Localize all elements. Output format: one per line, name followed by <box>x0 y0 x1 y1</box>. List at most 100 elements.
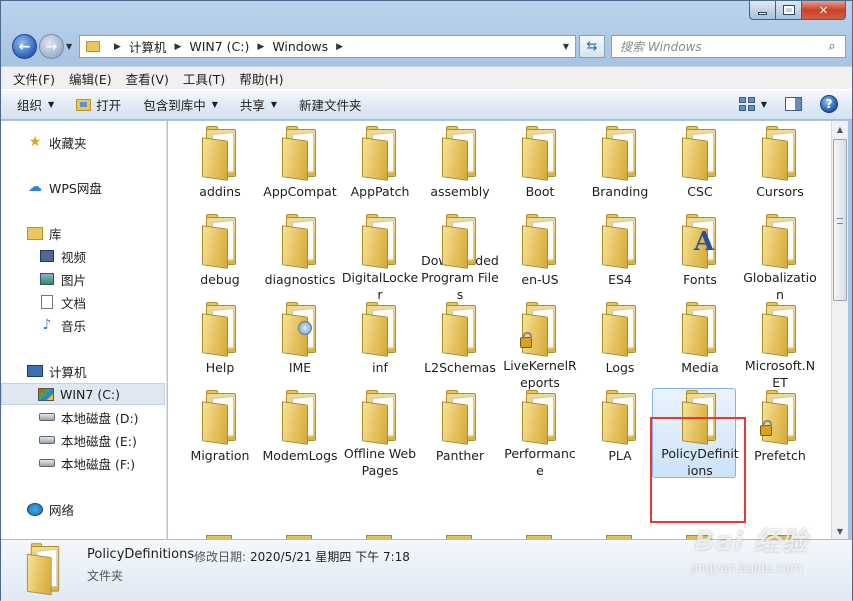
close-button[interactable]: ✕ <box>802 1 846 20</box>
folder-item[interactable]: Migration <box>180 390 260 479</box>
nav-pictures[interactable]: 图片 <box>39 268 86 290</box>
folder-item[interactable]: Branding <box>580 126 660 215</box>
search-icon[interactable]: ⌕ <box>823 39 841 54</box>
nav-wps-cloud[interactable]: ☁ WPS网盘 <box>27 176 102 198</box>
folder-item[interactable]: PolicyDefinitions <box>652 388 740 479</box>
new-folder-button[interactable]: 新建文件夹 <box>299 95 362 114</box>
scroll-down-arrow-icon[interactable]: ▼ <box>832 523 848 539</box>
scroll-up-arrow-icon[interactable]: ▲ <box>832 121 848 137</box>
video-icon <box>39 248 55 264</box>
folder-icon <box>520 214 560 269</box>
recent-pages-button[interactable]: ▼ <box>66 42 72 51</box>
menu-file[interactable]: 文件(F) <box>13 69 55 88</box>
folder-item[interactable]: LiveKernelReports <box>500 302 580 391</box>
nav-computer[interactable]: 计算机 <box>27 360 87 382</box>
cloud-icon: ☁ <box>28 179 42 195</box>
address-dropdown-icon[interactable]: ▼ <box>563 42 569 51</box>
nav-drive-e[interactable]: 本地磁盘 (E:) <box>39 429 137 451</box>
folder-name: Branding <box>591 184 649 199</box>
folder-item[interactable]: Boot <box>500 126 580 215</box>
folder-item[interactable]: Downloaded Program Files <box>420 214 500 303</box>
folder-icon <box>760 214 800 269</box>
change-view-icon[interactable] <box>738 97 755 111</box>
menu-bar: 文件(F) 编辑(E) 查看(V) 工具(T) 帮助(H) <box>1 66 852 89</box>
folder-name: CSC <box>687 184 713 199</box>
folder-item[interactable]: Media <box>660 302 740 391</box>
folder-item[interactable]: Prefetch <box>740 390 820 479</box>
refresh-icon: ⇆ <box>586 39 598 54</box>
folder-item[interactable]: Microsoft.NET <box>740 302 820 391</box>
folder-item[interactable]: assembly <box>420 126 500 215</box>
folder-icon <box>200 126 240 181</box>
view-options-chevron-icon[interactable]: ▼ <box>761 100 767 109</box>
folder-item[interactable]: CSC <box>660 126 740 215</box>
details-modified-value: 2020/5/21 星期四 下午 7:18 <box>250 550 410 564</box>
nav-favorites[interactable]: ★ 收藏夹 <box>27 131 87 153</box>
minimize-button[interactable] <box>749 1 776 20</box>
menu-tools[interactable]: 工具(T) <box>183 69 225 88</box>
folder-item[interactable]: PLA <box>580 390 660 479</box>
nav-computer-label: 计算机 <box>49 364 87 380</box>
menu-edit[interactable]: 编辑(E) <box>69 69 112 88</box>
folder-item[interactable]: Globalization <box>740 214 820 303</box>
menu-help[interactable]: 帮助(H) <box>239 69 283 88</box>
folder-item[interactable]: Cursors <box>740 126 820 215</box>
share-button[interactable]: 共享 ▼ <box>240 95 277 114</box>
folder-item[interactable]: L2Schemas <box>420 302 500 391</box>
folder-item[interactable]: AppCompat <box>260 126 340 215</box>
folder-item[interactable]: debug <box>180 214 260 303</box>
chevron-right-icon[interactable]: ▶ <box>174 42 181 52</box>
nav-documents[interactable]: 文档 <box>39 291 86 313</box>
search-box[interactable]: ⌕ <box>611 35 846 58</box>
folder-item[interactable]: DigitalLocker <box>340 214 420 303</box>
folder-item[interactable]: addins <box>180 126 260 215</box>
open-label: 打开 <box>96 98 122 113</box>
folder-item[interactable]: Help <box>180 302 260 391</box>
folder-item[interactable]: Logs <box>580 302 660 391</box>
nav-drive-d[interactable]: 本地磁盘 (D:) <box>39 406 139 428</box>
folder-icon <box>200 390 240 445</box>
folder-item[interactable]: A Fonts <box>660 214 740 303</box>
chevron-right-icon[interactable]: ▶ <box>114 42 121 52</box>
breadcrumb-drive-c[interactable]: WIN7 (C:) <box>189 39 249 54</box>
back-arrow-icon: ← <box>18 38 31 55</box>
chevron-right-icon[interactable]: ▶ <box>336 42 343 52</box>
vertical-scrollbar[interactable]: ▲ ▼ <box>831 121 848 539</box>
breadcrumb-windows[interactable]: Windows <box>272 39 328 54</box>
forward-button[interactable]: → <box>39 34 64 59</box>
folder-icon <box>520 302 560 357</box>
folder-name: PolicyDefinitions <box>661 446 739 478</box>
preview-pane-icon[interactable] <box>785 97 802 111</box>
organize-button[interactable]: 组织 ▼ <box>17 95 54 114</box>
folder-name: DigitalLocker <box>341 270 419 302</box>
folder-item[interactable]: inf <box>340 302 420 391</box>
back-button[interactable]: ← <box>12 34 37 59</box>
maximize-button[interactable] <box>776 1 802 20</box>
folder-item[interactable]: Performance <box>500 390 580 479</box>
address-bar[interactable]: ▶ 计算机 ▶ WIN7 (C:) ▶ Windows ▶ ▼ <box>79 35 576 58</box>
folder-item[interactable]: ES4 <box>580 214 660 303</box>
folder-item[interactable]: IME <box>260 302 340 391</box>
scrollbar-thumb[interactable] <box>833 139 847 301</box>
help-icon[interactable]: ? <box>820 95 838 113</box>
folder-item[interactable]: ModemLogs <box>260 390 340 479</box>
menu-view[interactable]: 查看(V) <box>126 69 169 88</box>
open-button[interactable]: 打开 <box>76 95 121 114</box>
nav-videos[interactable]: 视频 <box>39 245 86 267</box>
folder-item[interactable]: Panther <box>420 390 500 479</box>
include-in-library-button[interactable]: 包含到库中 ▼ <box>143 95 218 114</box>
nav-libraries[interactable]: 库 <box>27 222 62 244</box>
nav-drive-c[interactable]: WIN7 (C:) <box>1 383 165 405</box>
folder-name: inf <box>372 360 388 375</box>
folder-item[interactable]: en-US <box>500 214 580 303</box>
nav-network[interactable]: 网络 <box>27 498 74 520</box>
nav-drive-f[interactable]: 本地磁盘 (F:) <box>39 452 135 474</box>
nav-music[interactable]: ♪ 音乐 <box>39 314 86 336</box>
breadcrumb-computer[interactable]: 计算机 <box>129 37 167 56</box>
folder-item[interactable]: diagnostics <box>260 214 340 303</box>
folder-item[interactable]: Offline Web Pages <box>340 390 420 479</box>
folder-item[interactable]: AppPatch <box>340 126 420 215</box>
chevron-right-icon[interactable]: ▶ <box>257 42 264 52</box>
refresh-button[interactable]: ⇆ <box>579 35 605 58</box>
search-input[interactable] <box>612 39 823 54</box>
